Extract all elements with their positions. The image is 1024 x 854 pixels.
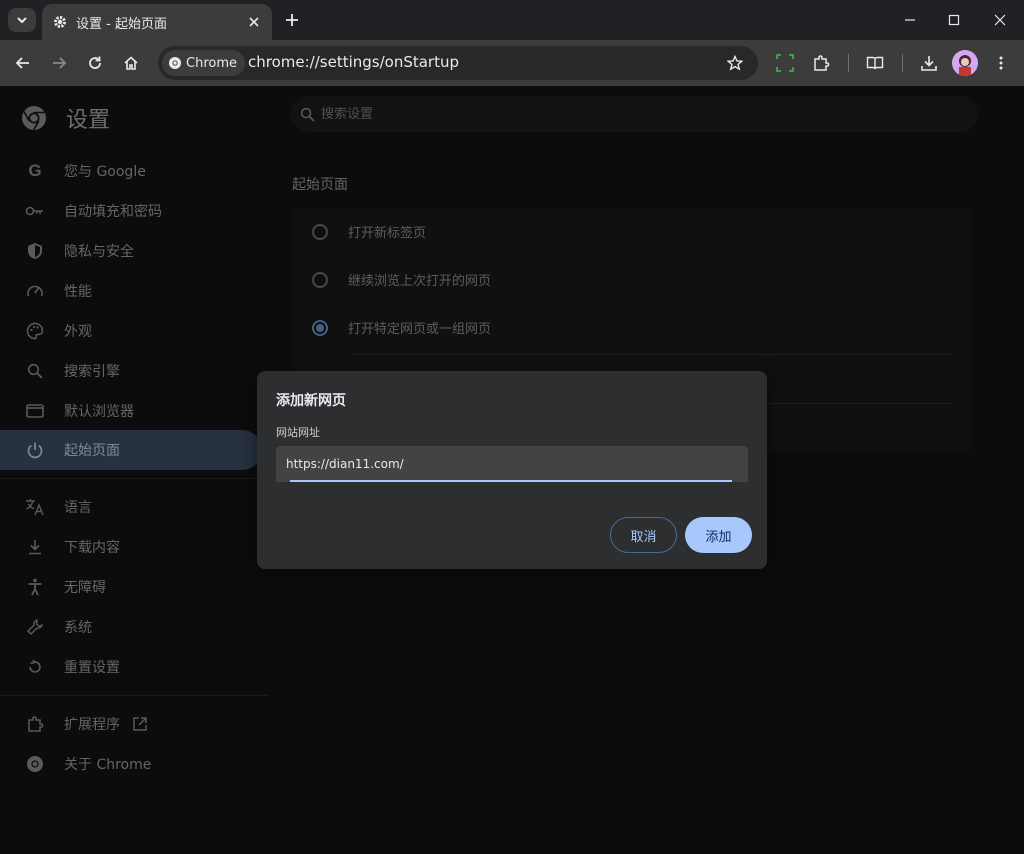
minimize-button[interactable] bbox=[886, 0, 934, 40]
tab-settings[interactable]: 设置 - 起始页面 bbox=[42, 4, 272, 40]
chevron-down-icon bbox=[17, 17, 27, 24]
bookmark-button[interactable] bbox=[722, 50, 748, 76]
add-page-dialog: 添加新网页 网站网址 取消 添加 bbox=[257, 371, 767, 569]
arrow-right-icon bbox=[53, 57, 67, 69]
url-field[interactable] bbox=[276, 446, 748, 482]
reload-icon bbox=[89, 56, 101, 69]
url-text[interactable]: chrome://settings/onStartup bbox=[248, 53, 459, 71]
toolbar: Chrome chrome://settings/onStartup bbox=[0, 40, 1024, 86]
title-bar: 设置 - 起始页面 bbox=[0, 0, 1024, 40]
home-icon bbox=[124, 56, 138, 70]
site-info-chip[interactable]: Chrome bbox=[162, 50, 245, 76]
back-button[interactable] bbox=[9, 49, 37, 77]
add-button[interactable]: 添加 bbox=[685, 517, 752, 553]
close-icon bbox=[249, 17, 259, 27]
dialog-title: 添加新网页 bbox=[276, 393, 346, 409]
tab-close-button[interactable] bbox=[244, 12, 264, 32]
chip-label: Chrome bbox=[186, 55, 237, 71]
gear-icon bbox=[54, 16, 66, 28]
plus-icon bbox=[286, 14, 298, 26]
more-vertical-icon bbox=[999, 56, 1003, 70]
menu-button[interactable] bbox=[987, 49, 1015, 77]
url-input[interactable] bbox=[286, 452, 726, 476]
book-icon bbox=[866, 56, 884, 70]
star-icon bbox=[727, 55, 743, 71]
chrome-icon bbox=[169, 57, 181, 69]
new-tab-button[interactable] bbox=[280, 8, 304, 32]
toolbar-separator bbox=[848, 54, 849, 72]
maximize-icon bbox=[948, 14, 960, 26]
reading-mode-button[interactable] bbox=[861, 49, 889, 77]
forward-button[interactable] bbox=[45, 49, 73, 77]
extensions-button[interactable] bbox=[807, 49, 835, 77]
input-focus-underline bbox=[290, 480, 732, 482]
minimize-icon bbox=[905, 19, 915, 21]
download-icon bbox=[921, 56, 937, 71]
profile-avatar[interactable] bbox=[952, 50, 978, 76]
puzzle-icon bbox=[814, 55, 830, 71]
close-icon bbox=[994, 14, 1006, 26]
avatar-icon bbox=[952, 50, 978, 76]
reload-button[interactable] bbox=[81, 49, 109, 77]
url-field-label: 网站网址 bbox=[276, 426, 320, 439]
tab-title: 设置 - 起始页面 bbox=[76, 16, 167, 32]
home-button[interactable] bbox=[117, 49, 145, 77]
arrow-left-icon bbox=[15, 57, 29, 69]
downloads-button[interactable] bbox=[915, 49, 943, 77]
maximize-button[interactable] bbox=[930, 0, 978, 40]
window-close-button[interactable] bbox=[976, 0, 1024, 40]
toolbar-separator bbox=[902, 54, 903, 72]
screenshot-icon bbox=[776, 54, 794, 72]
screenshot-button[interactable] bbox=[771, 49, 799, 77]
address-bar[interactable]: Chrome chrome://settings/onStartup bbox=[158, 46, 758, 80]
tab-search-button[interactable] bbox=[8, 8, 36, 32]
cancel-button[interactable]: 取消 bbox=[610, 517, 677, 553]
